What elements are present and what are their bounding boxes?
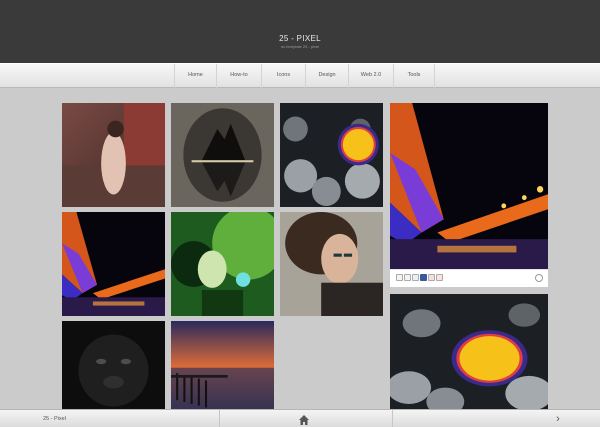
photo-green-fantasy [171, 212, 274, 316]
photo-black-dog [62, 321, 165, 411]
photo-woman-train [62, 103, 165, 207]
home-icon[interactable] [298, 413, 310, 425]
facebook-icon[interactable] [420, 274, 427, 281]
photo-neon-bridge [62, 212, 165, 316]
twitter-icon[interactable] [412, 274, 419, 281]
gallery-tile-woman-train[interactable] [62, 103, 165, 207]
nav-item-web-2-0[interactable]: Web 2.0 [348, 64, 393, 88]
pinterest-icon[interactable] [428, 274, 435, 281]
main-nav: Home How-to Icons Design Web 2.0 Tools [0, 63, 600, 88]
nav-item-how-to[interactable]: How-to [216, 64, 261, 88]
photo-balloon [390, 294, 548, 411]
photo-neon-bridge [390, 103, 548, 269]
footer-bar: 25 - Pixel › [0, 409, 600, 427]
comment-count-icon[interactable] [535, 274, 543, 282]
email-icon[interactable] [396, 274, 403, 281]
gallery-tile-green-fantasy[interactable] [171, 212, 274, 316]
site-tagline: no template 25 - pixel [280, 44, 320, 49]
footer-divider [219, 410, 220, 427]
gallery-tile-neon-bridge-large[interactable] [390, 103, 548, 269]
site-header: 25 - PIXEL no template 25 - pixel [0, 0, 600, 63]
site-title[interactable]: 25 - PIXEL [0, 34, 600, 43]
gallery-tile-pier-sunset[interactable] [171, 321, 274, 411]
photo-dark-mountain [171, 103, 274, 207]
gallery-tile-balloon-large[interactable] [390, 294, 548, 411]
photo-balloon [280, 103, 383, 207]
google-plus-icon[interactable] [436, 274, 443, 281]
gallery-tile-balloon-small[interactable] [280, 103, 383, 207]
nav-item-design[interactable]: Design [305, 64, 348, 88]
nav-item-icons[interactable]: Icons [261, 64, 305, 88]
photo-woman-portrait [280, 212, 383, 316]
photo-pier-sunset [171, 321, 274, 411]
blog-icon[interactable] [404, 274, 411, 281]
footer-site-label[interactable]: 25 - Pixel [43, 410, 66, 427]
footer-divider [392, 410, 393, 427]
nav-item-tools[interactable]: Tools [393, 64, 435, 88]
chevron-right-icon[interactable]: › [553, 411, 563, 427]
gallery-tile-woman-portrait[interactable] [280, 212, 383, 316]
nav-item-home[interactable]: Home [174, 64, 216, 88]
gallery-tile-black-dog[interactable] [62, 321, 165, 411]
gallery-tile-neon-bridge-small[interactable] [62, 212, 165, 316]
gallery-tile-dark-mountain[interactable] [171, 103, 274, 207]
